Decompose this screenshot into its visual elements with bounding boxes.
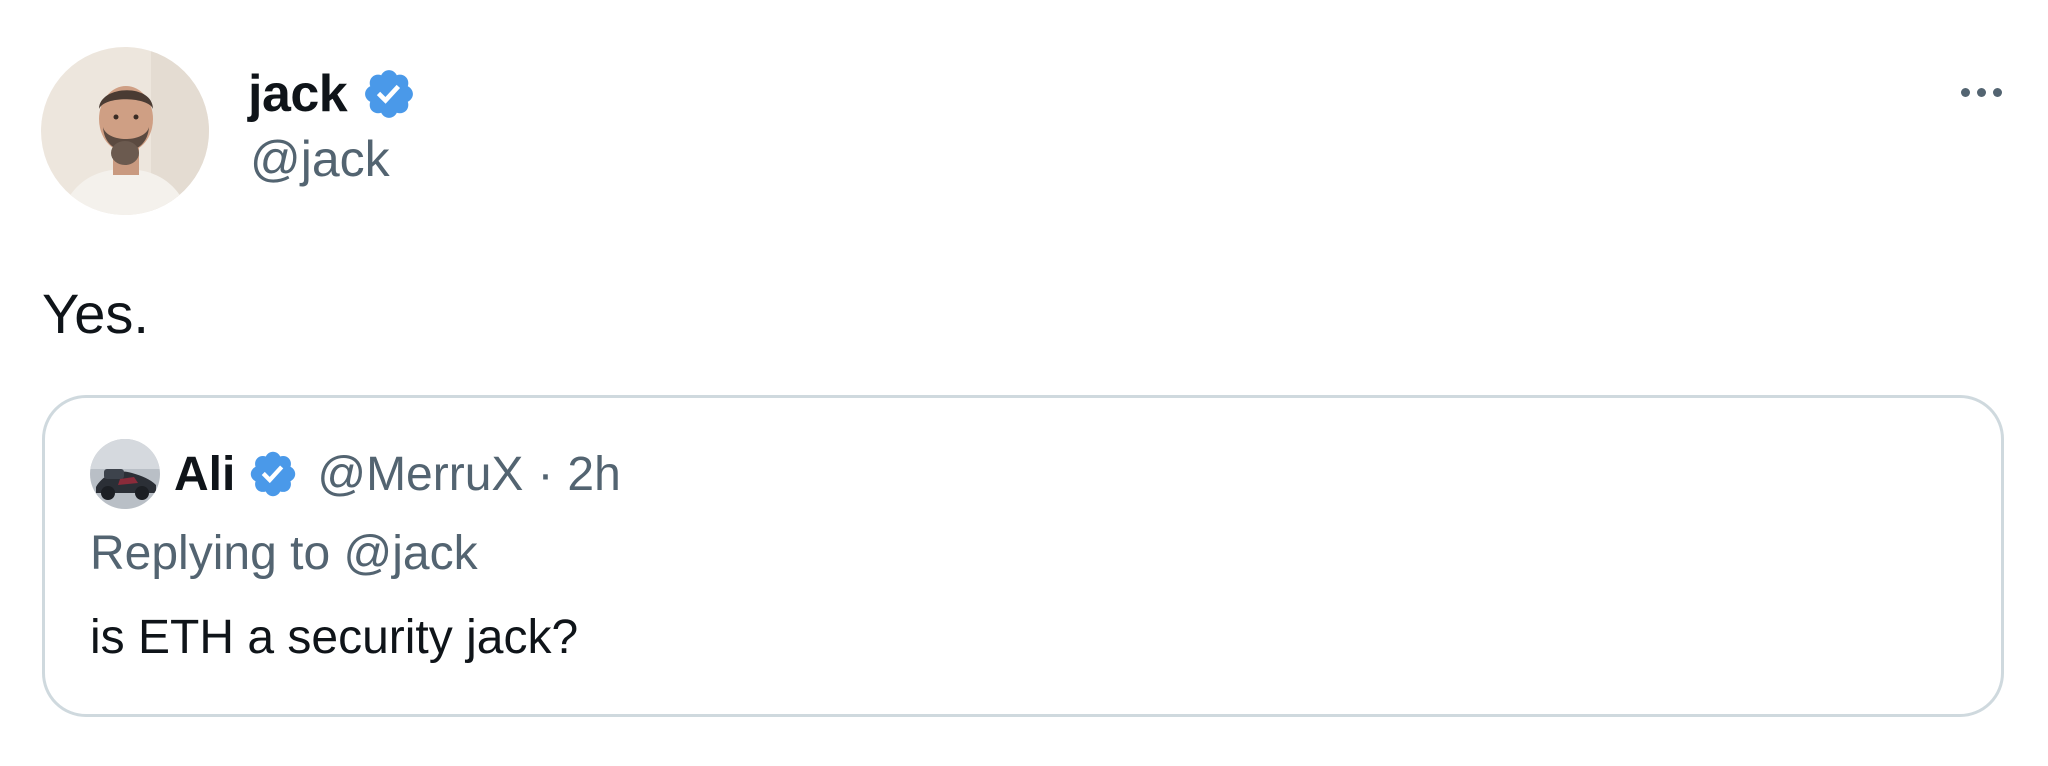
author-name-row[interactable]: jack xyxy=(248,58,417,130)
replying-to-line: Replying to @jack xyxy=(90,526,478,581)
quoted-author-avatar[interactable] xyxy=(90,439,160,509)
quoted-tweet-header: Ali @MerruX · 2h xyxy=(90,439,621,509)
profile-photo-icon xyxy=(41,47,209,215)
replying-to-mention[interactable]: @jack xyxy=(343,527,477,580)
quoted-author-handle[interactable]: @MerruX xyxy=(317,447,523,502)
verified-badge-icon xyxy=(251,451,296,497)
separator-dot: · xyxy=(537,447,554,501)
author-avatar[interactable] xyxy=(41,47,209,215)
quoted-author-name[interactable]: Ali xyxy=(174,447,235,502)
quoted-tweet-text: is ETH a security jack? xyxy=(90,611,579,664)
author-handle[interactable]: @jack xyxy=(250,132,390,187)
replying-to-label: Replying to xyxy=(90,527,331,580)
more-options-button[interactable] xyxy=(1946,72,2016,112)
verified-badge-icon xyxy=(365,70,414,118)
tweet-card: jack @jack Yes. Ali @MerruX · 2h Replyin… xyxy=(0,0,2048,766)
ellipsis-icon xyxy=(1960,87,1970,97)
quoted-tweet-timestamp[interactable]: 2h xyxy=(567,447,620,502)
ellipsis-icon xyxy=(1976,87,1986,97)
profile-photo-icon xyxy=(90,439,160,509)
author-name[interactable]: jack xyxy=(248,68,348,120)
ellipsis-icon xyxy=(1992,87,2002,97)
tweet-text: Yes. xyxy=(42,282,149,345)
quoted-tweet[interactable]: Ali @MerruX · 2h Replying to @jack is ET… xyxy=(42,395,2004,717)
